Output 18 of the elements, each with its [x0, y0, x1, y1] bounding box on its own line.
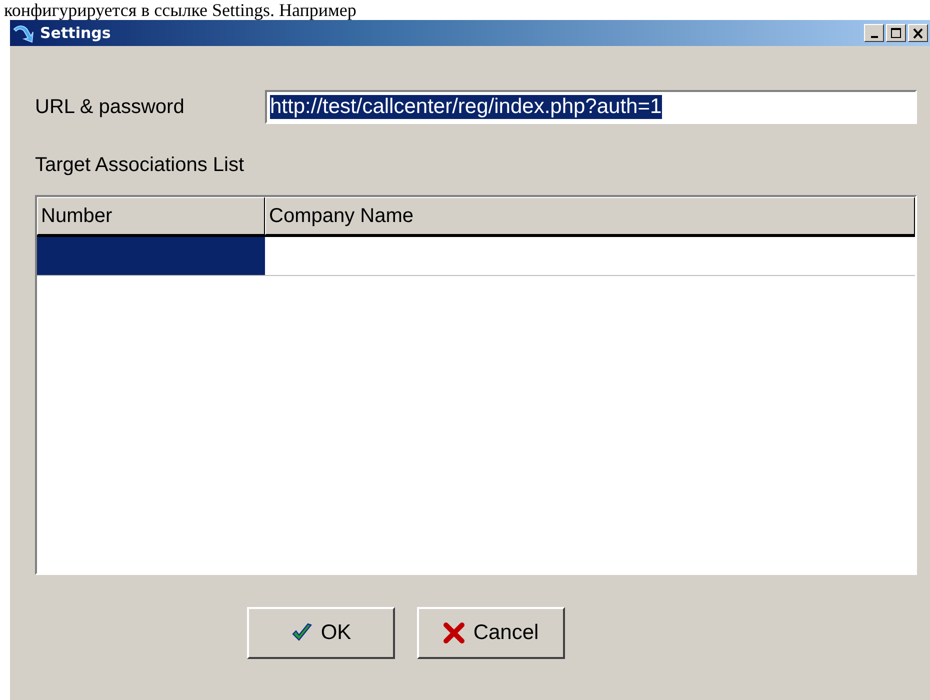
app-arrow-icon [12, 23, 34, 43]
section-label: Target Associations List [35, 154, 244, 176]
maximize-icon [889, 26, 903, 40]
column-header[interactable]: Company Name [265, 197, 915, 235]
table-cell[interactable] [37, 237, 265, 275]
window-title: Settings [40, 24, 112, 42]
cross-icon [443, 622, 466, 644]
cancel-button[interactable]: Cancel [417, 607, 565, 659]
page-text: конфигурируется в ссылке Settings. Например [4, 0, 356, 20]
field-label: URL & password [35, 96, 186, 118]
column-header[interactable]: Number [37, 197, 265, 235]
close-icon [911, 26, 925, 40]
minimize-icon [870, 36, 878, 38]
ok-button[interactable]: OK [247, 607, 395, 659]
maximize-button[interactable] [886, 24, 906, 42]
url-field[interactable]: http://test/callcenter/reg/index.php?auth=1 [265, 90, 917, 124]
minimize-button[interactable] [864, 24, 884, 42]
close-button[interactable] [908, 24, 928, 42]
